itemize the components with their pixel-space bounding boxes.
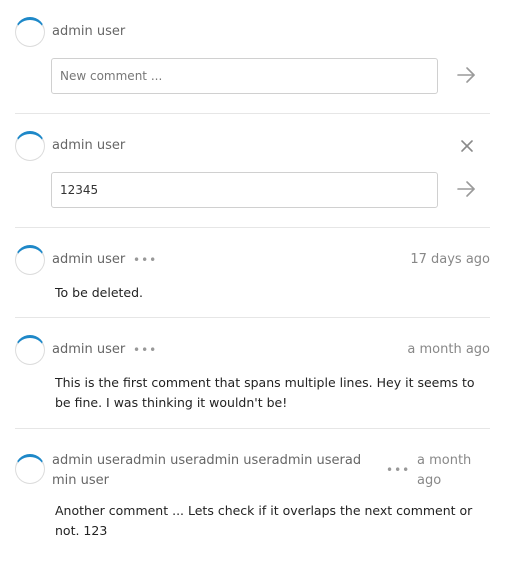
avatar xyxy=(15,335,45,365)
arrow-right-icon[interactable] xyxy=(455,64,477,86)
new-comment-composer: admin user xyxy=(15,0,490,112)
comment-author: admin user xyxy=(52,342,126,357)
comment-item: admin useradmin useradmin useradmin user… xyxy=(15,429,490,559)
avatar xyxy=(15,17,45,47)
new-comment-input[interactable] xyxy=(51,58,438,94)
comment-timestamp: a month ago xyxy=(407,342,490,357)
comment-text: This is the first comment that spans mul… xyxy=(55,375,475,410)
comment-item: admin user ••• a month ago This is the f… xyxy=(15,318,490,428)
arrow-right-icon[interactable] xyxy=(455,178,477,200)
more-dots-icon[interactable]: ••• xyxy=(133,250,157,270)
avatar xyxy=(15,454,45,484)
comment-text: To be deleted. xyxy=(55,285,144,300)
comment-text: Another comment ... Lets check if it ove… xyxy=(55,503,473,538)
more-dots-icon[interactable]: ••• xyxy=(133,340,157,360)
edit-comment-input[interactable] xyxy=(51,172,438,208)
close-icon[interactable] xyxy=(460,139,474,153)
comment-timestamp: 17 days ago xyxy=(410,252,490,267)
edit-comment-composer: admin user xyxy=(15,114,490,226)
comment-author: admin user xyxy=(52,138,126,153)
avatar xyxy=(15,245,45,275)
more-dots-icon[interactable]: ••• xyxy=(386,460,410,480)
comment-author: admin useradmin useradmin useradmin user… xyxy=(52,453,362,488)
comment-author: admin user xyxy=(52,252,126,267)
comment-item: admin user ••• 17 days ago To be deleted… xyxy=(15,228,490,316)
comment-timestamp: a month ago xyxy=(417,453,472,488)
comment-author: admin user xyxy=(52,24,126,39)
avatar xyxy=(15,131,45,161)
